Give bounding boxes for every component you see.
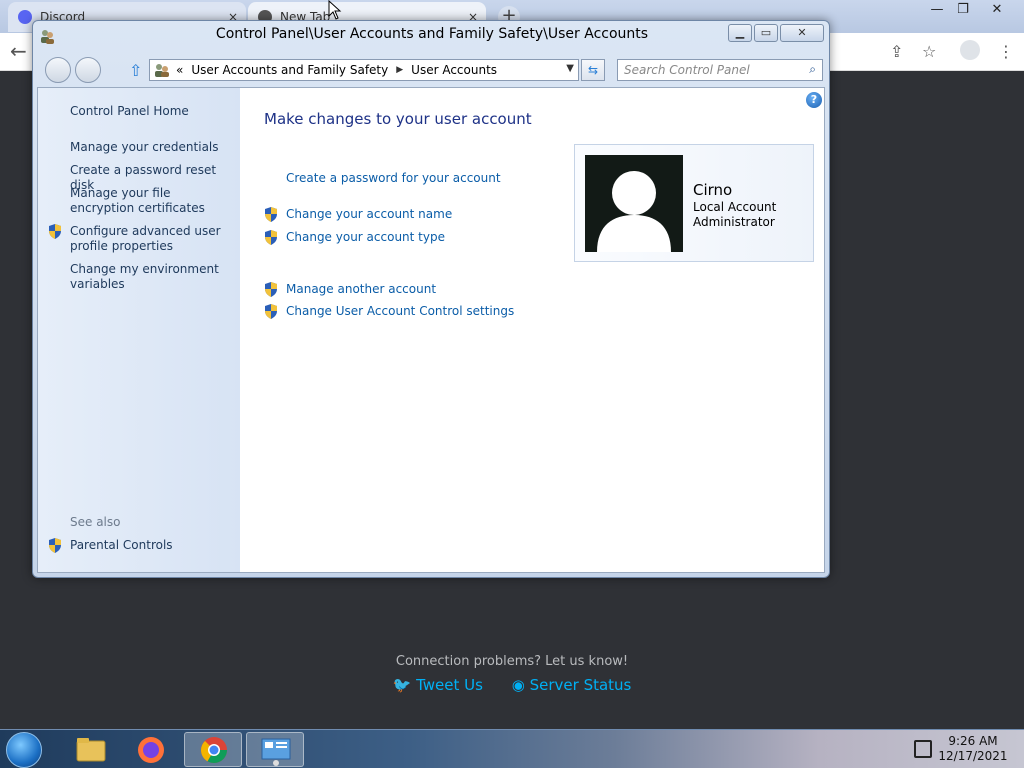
help-icon[interactable]: ? bbox=[806, 92, 822, 108]
breadcrumb-family-safety[interactable]: User Accounts and Family Safety bbox=[191, 63, 388, 77]
search-input[interactable]: Search Control Panel ⌕ bbox=[617, 59, 823, 81]
firefox-taskbar-button[interactable] bbox=[122, 732, 180, 767]
address-bar[interactable]: « User Accounts and Family Safety ▶ User… bbox=[149, 59, 579, 81]
restore-icon[interactable]: ❐ bbox=[946, 0, 980, 20]
user-silhouette-icon bbox=[597, 171, 671, 252]
parental-controls-link[interactable]: Parental Controls bbox=[70, 538, 236, 553]
refresh-button[interactable]: ⇆ bbox=[581, 59, 605, 81]
uac-shield-icon bbox=[49, 538, 61, 553]
server-status-label: Server Status bbox=[529, 676, 632, 694]
back-button[interactable] bbox=[45, 57, 71, 83]
breadcrumb-separator-icon[interactable]: ▶ bbox=[396, 65, 403, 75]
page-title: Make changes to your user account bbox=[264, 110, 532, 128]
sidebar-item-credentials[interactable]: Manage your credentials bbox=[70, 140, 236, 155]
twitter-icon: 🐦 bbox=[392, 676, 412, 694]
change-account-type-link[interactable]: Change your account type bbox=[286, 230, 445, 244]
menu-dots-icon[interactable]: ⋮ bbox=[998, 42, 1014, 61]
search-placeholder: Search Control Panel bbox=[624, 63, 750, 77]
breadcrumb-user-accounts[interactable]: User Accounts bbox=[411, 63, 497, 77]
uac-shield-icon bbox=[265, 304, 277, 319]
sidebar-item-environment-variables[interactable]: Change my environment variables bbox=[70, 262, 236, 292]
sidebar-item-encryption[interactable]: Manage your file encryption certificates bbox=[70, 186, 236, 216]
clock-date: 12/17/2021 bbox=[938, 749, 1008, 763]
window-title: Control Panel\User Accounts and Family S… bbox=[215, 26, 649, 42]
network-icon[interactable] bbox=[914, 740, 932, 758]
start-button[interactable] bbox=[6, 732, 42, 768]
forward-button[interactable] bbox=[75, 57, 101, 83]
system-clock[interactable]: 9:26 AM 12/17/2021 bbox=[938, 734, 1008, 764]
close-button[interactable]: ✕ bbox=[780, 24, 824, 42]
up-arrow-icon[interactable]: ⇧ bbox=[129, 61, 142, 80]
tweet-us-label: Tweet Us bbox=[416, 676, 483, 694]
breadcrumb-overflow[interactable]: « bbox=[176, 63, 183, 77]
profile-icon[interactable] bbox=[960, 40, 980, 60]
mouse-cursor-icon bbox=[328, 0, 342, 20]
taskbar: 9:26 AM 12/17/2021 bbox=[0, 729, 1024, 768]
explorer-taskbar-button[interactable] bbox=[62, 732, 120, 767]
change-account-name-link[interactable]: Change your account name bbox=[286, 207, 452, 221]
status-icon: ◉ bbox=[511, 676, 525, 694]
chevron-down-icon[interactable]: ▼ bbox=[566, 63, 574, 74]
connection-problems-text: Connection problems? Let us know! bbox=[395, 654, 629, 669]
create-password-link[interactable]: Create a password for your account bbox=[286, 171, 501, 185]
minimize-button[interactable]: ▁ bbox=[728, 24, 752, 42]
control-panel-content: Control Panel Home Manage your credentia… bbox=[37, 87, 825, 573]
uac-shield-icon bbox=[265, 207, 277, 222]
control-panel-taskbar-button[interactable] bbox=[246, 732, 304, 767]
account-role: Administrator bbox=[693, 215, 775, 229]
account-type: Local Account bbox=[693, 200, 777, 214]
user-accounts-icon bbox=[155, 64, 169, 77]
user-account-card: Cirno Local Account Administrator bbox=[574, 144, 814, 262]
task-pane: Control Panel Home Manage your credentia… bbox=[38, 88, 240, 572]
uac-shield-icon bbox=[265, 230, 277, 245]
discord-icon bbox=[18, 10, 32, 24]
avatar[interactable] bbox=[585, 155, 683, 252]
control-panel-window: Control Panel\User Accounts and Family S… bbox=[32, 20, 830, 578]
chrome-icon bbox=[200, 737, 228, 764]
control-panel-home-link[interactable]: Control Panel Home bbox=[70, 104, 236, 119]
star-icon[interactable]: ☆ bbox=[922, 42, 936, 61]
firefox-icon bbox=[138, 737, 164, 763]
user-name: Cirno bbox=[693, 181, 733, 199]
uac-settings-link[interactable]: Change User Account Control settings bbox=[286, 304, 514, 318]
server-status-link[interactable]: ◉ Server Status bbox=[512, 676, 632, 694]
sidebar-item-advanced-profile[interactable]: Configure advanced user profile properti… bbox=[70, 224, 236, 254]
maximize-button[interactable]: ▭ bbox=[754, 24, 778, 42]
clock-time: 9:26 AM bbox=[948, 734, 998, 748]
close-icon[interactable]: ✕ bbox=[980, 0, 1014, 20]
search-icon[interactable]: ⌕ bbox=[809, 62, 816, 77]
see-also-heading: See also bbox=[70, 515, 121, 529]
control-panel-icon bbox=[261, 738, 291, 766]
folder-icon bbox=[76, 738, 106, 762]
back-arrow-icon[interactable]: ← bbox=[10, 39, 27, 63]
uac-shield-icon bbox=[49, 224, 61, 239]
share-icon[interactable]: ⇪ bbox=[890, 42, 903, 61]
chrome-taskbar-button[interactable] bbox=[184, 732, 242, 767]
manage-another-account-link[interactable]: Manage another account bbox=[286, 282, 436, 296]
uac-shield-icon bbox=[265, 282, 277, 297]
help-links: 🐦 Tweet Us ◉ Server Status bbox=[0, 676, 1024, 694]
navigation-buttons bbox=[45, 57, 105, 83]
tweet-us-link[interactable]: 🐦 Tweet Us bbox=[393, 676, 488, 694]
